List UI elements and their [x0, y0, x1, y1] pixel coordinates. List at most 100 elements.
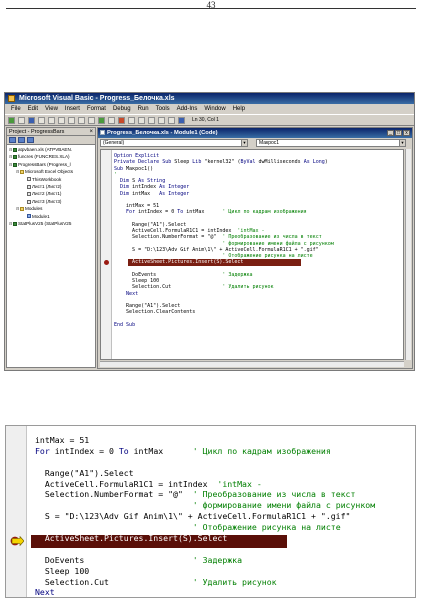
project-explorer-icon[interactable] [138, 116, 145, 124]
break-icon[interactable] [108, 116, 115, 124]
sheet-icon [27, 199, 31, 204]
menu-item-add-ins[interactable]: Add-Ins [177, 104, 198, 114]
menu-item-view[interactable]: View [45, 104, 58, 114]
procedure-combo-value: Макрос1 [259, 140, 280, 146]
vba-project-icon [13, 162, 17, 167]
vba-project-icon [13, 155, 17, 160]
breakpoint-icon[interactable] [104, 259, 109, 265]
project-tree-label: Microsoft Excel Objects [25, 169, 73, 175]
zoom-code-margin [6, 426, 27, 597]
object-combo[interactable]: (General) ▼ [100, 139, 248, 147]
close-icon[interactable]: × [89, 128, 93, 136]
vb-menu-bar: File Edit View Insert Format Debug Run Tools Add… [5, 104, 414, 114]
undo-icon[interactable] [78, 116, 85, 124]
chevron-down-icon[interactable]: ▼ [241, 140, 247, 146]
code-margin[interactable] [101, 150, 112, 359]
project-tree-item[interactable]: Лист2 (Лист1) [7, 190, 95, 197]
project-tree-label: Modules [25, 206, 43, 212]
zoom-code-line: ActiveCell.FormulaR1C1 = intIndex 'intMa… [35, 478, 262, 489]
menu-item-window[interactable]: Window [204, 104, 225, 114]
menu-item-tools[interactable]: Tools [156, 104, 170, 114]
project-tree-item[interactable]: ⊟ ProgressBars (Progress_l [7, 161, 95, 168]
maximize-button[interactable]: □ [395, 130, 402, 136]
zoom-code-line: DoEvents ' Задержка [35, 554, 243, 565]
code-line[interactable]: Private Declare Sub Sleep Lib "kernel32"… [114, 159, 334, 165]
project-tree-item[interactable]: ⊟ Modules [7, 205, 95, 212]
object-combo-value: (General) [103, 140, 125, 146]
module-icon [27, 214, 31, 219]
find-icon[interactable] [68, 116, 75, 124]
copy-icon[interactable] [48, 116, 55, 124]
code-line[interactable]: ' формирование имени файла с рисунком [114, 241, 333, 247]
project-tree-label: Лист2 (Лист1) [32, 191, 62, 197]
menu-item-format[interactable]: Format [87, 104, 106, 114]
project-tree-label: Module1 [32, 213, 50, 219]
view-object-icon[interactable] [18, 137, 25, 143]
code-combos: (General) ▼ Макрос1 ▼ [98, 138, 412, 149]
toolbox-icon[interactable] [168, 116, 175, 124]
zoom-code-line: Selection.NumberFormat = "@" ' Преобразо… [35, 489, 356, 500]
paste-icon[interactable] [58, 116, 65, 124]
project-tree-item[interactable]: Лист1 (Лист2) [7, 183, 95, 190]
sheet-icon [27, 184, 31, 189]
code-window-icon [100, 130, 105, 135]
window-controls: _ □ x [387, 130, 410, 136]
toggle-folders-icon[interactable] [27, 137, 34, 143]
project-tree-item[interactable]: Лист3 (Лист3) [7, 198, 95, 205]
excel-view-icon[interactable] [8, 116, 15, 124]
project-tree-item[interactable]: ⊟ funcres (FUNCRES.XLA) [7, 153, 95, 160]
zoom-code-line: ' Отображение рисунка на листе [192, 522, 341, 533]
zoom-code-line: ' формирование имени файла с рисунком [192, 500, 376, 511]
code-line[interactable]: End Sub [114, 322, 334, 328]
reset-icon[interactable] [118, 116, 125, 124]
header-rule [6, 8, 416, 9]
project-tree-item[interactable]: ThisWorkbook [7, 176, 95, 183]
project-tree-item[interactable]: ⊟ atpvbaen.xls (ATPVBAEN. [7, 146, 95, 153]
menu-item-help[interactable]: Help [233, 104, 245, 114]
project-tree-label: ProgressBars (Progress_l [18, 161, 71, 167]
vertical-scrollbar[interactable] [405, 149, 411, 360]
vb-title-bar[interactable]: Microsoft Visual Basic - Progress_Белочк… [5, 93, 414, 104]
help-icon[interactable] [178, 116, 185, 124]
close-button[interactable]: x [403, 130, 410, 136]
project-tree-label: atpvbaen.xls (ATPVBAEN. [18, 147, 73, 152]
run-icon[interactable] [98, 116, 105, 124]
code-editor[interactable]: Option Explicit Private Declare Sub Sleep… [100, 149, 404, 360]
sheet-icon [27, 192, 31, 197]
properties-icon[interactable] [148, 116, 155, 124]
code-window-title-bar[interactable]: Progress_Белочка.xls - Module1 (Code) _ … [98, 128, 412, 138]
project-tree-label: ThisWorkbook [32, 176, 62, 182]
insert-icon[interactable] [18, 116, 25, 124]
save-icon[interactable] [28, 116, 35, 124]
menu-item-file[interactable]: File [11, 104, 21, 114]
zoom-code-line: For intIndex = 0 To intMax ' Цикл по кад… [35, 445, 331, 456]
code-line[interactable]: For intIndex = 0 To intMax ' Цикл по кад… [114, 209, 334, 215]
object-browser-icon[interactable] [158, 116, 165, 124]
code-window-title: Progress_Белочка.xls - Module1 (Code) [107, 130, 218, 136]
redo-icon[interactable] [88, 116, 95, 124]
project-toolbar [7, 136, 95, 145]
execution-arrow-icon [10, 536, 24, 546]
menu-item-insert[interactable]: Insert [65, 104, 80, 114]
vb-title-text: Microsoft Visual Basic - Progress_Белочк… [19, 95, 175, 102]
vb-editor-window: Microsoft Visual Basic - Progress_Белочк… [4, 92, 415, 371]
menu-item-edit[interactable]: Edit [28, 104, 38, 114]
vba-project-icon [13, 221, 17, 226]
zoomed-code-excerpt: intMax = 51 For intIndex = 0 To intMax ' … [5, 425, 416, 598]
menu-item-debug[interactable]: Debug [113, 104, 131, 114]
view-code-icon[interactable] [9, 137, 16, 143]
cut-icon[interactable] [38, 116, 45, 124]
menu-item-run[interactable]: Run [138, 104, 149, 114]
project-tree-label: Лист1 (Лист2) [32, 183, 62, 189]
project-explorer: Project - ProgressBars × ⊟ atpvbaen.xls (… [6, 127, 96, 368]
project-tree-item[interactable]: ⊟ Microsoft Excel Objects [7, 168, 95, 175]
project-tree-item[interactable]: ⊟ StatPlusV25 (StatPlusV25 [7, 220, 95, 227]
chevron-down-icon[interactable]: ▼ [399, 140, 405, 146]
procedure-combo[interactable]: Макрос1 ▼ [256, 139, 406, 147]
minimize-button[interactable]: _ [387, 130, 394, 136]
design-mode-icon[interactable] [128, 116, 135, 124]
horizontal-scrollbar[interactable] [100, 361, 404, 367]
project-tree-label: funcres (FUNCRES.XLA) [18, 154, 70, 160]
code-text[interactable]: Option Explicit Private Declare Sub Sleep… [114, 153, 334, 328]
project-tree-item[interactable]: Module1 [7, 213, 95, 220]
